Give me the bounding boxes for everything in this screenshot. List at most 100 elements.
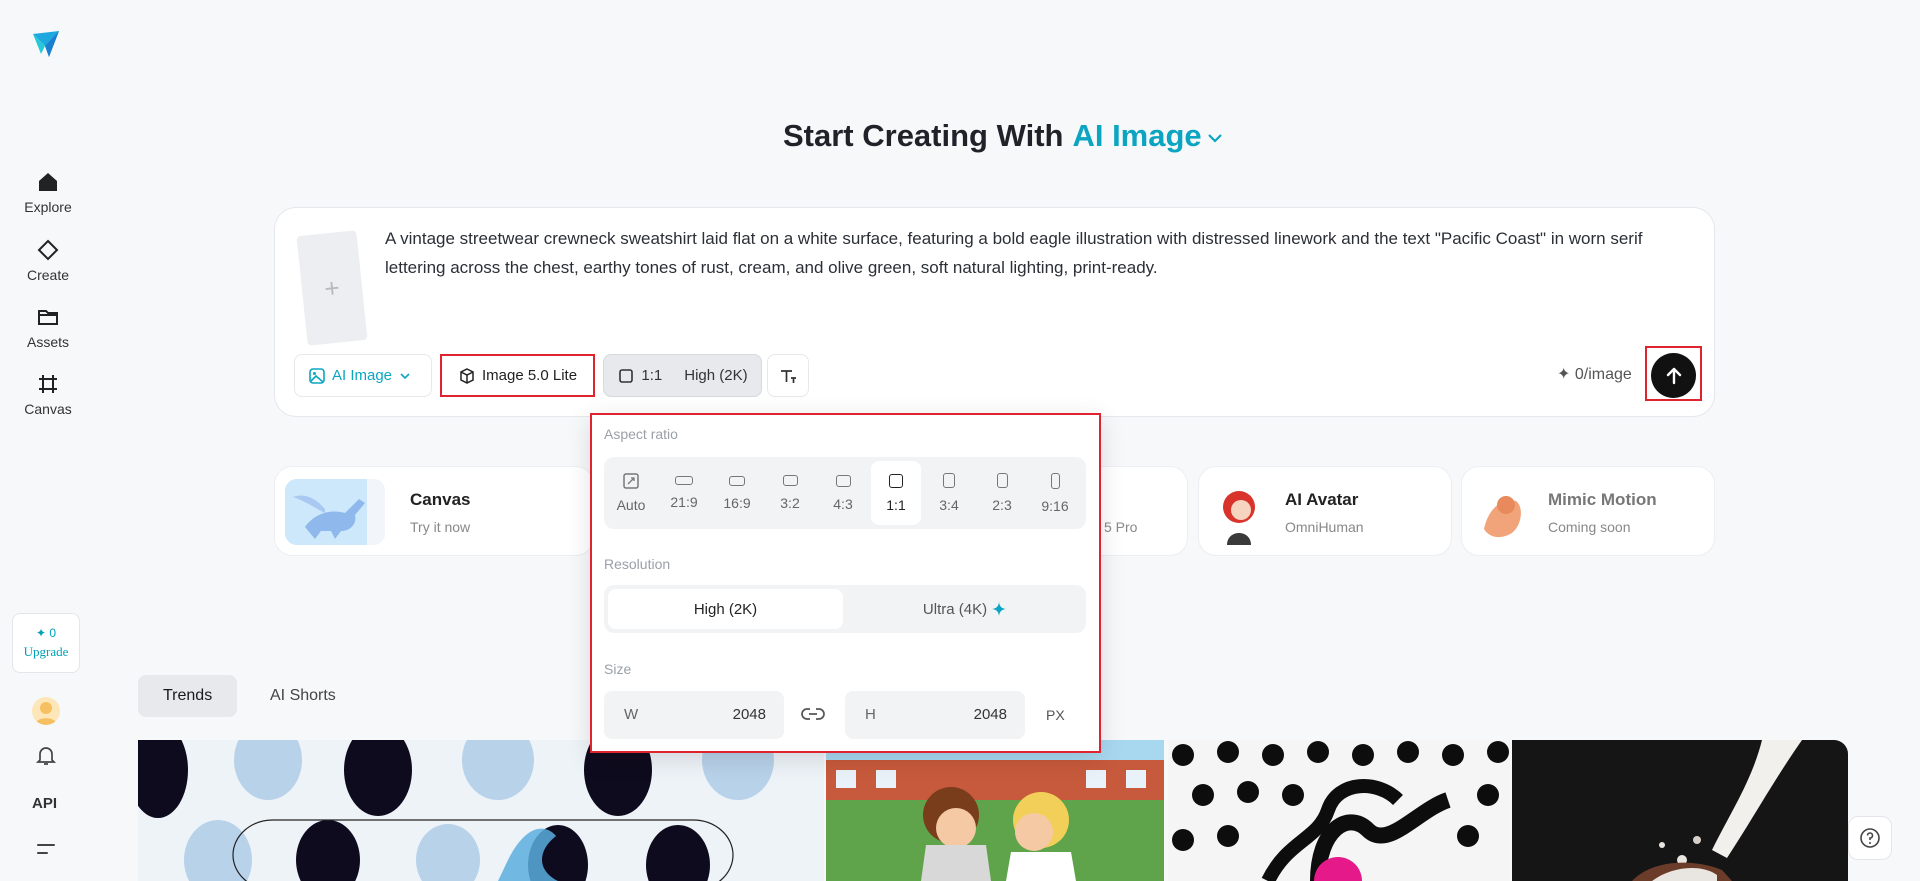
sidebar-item-label: Assets [26,334,69,350]
feature-subtitle: OmniHuman [1285,519,1364,535]
feature-card-mimic-motion[interactable]: Mimic Motion Coming soon [1461,466,1715,556]
ratio-option-9-16[interactable]: 9:16 [1030,461,1080,525]
ratio-label: 1:1 [641,367,663,384]
upgrade-button[interactable]: ✦ 0 Upgrade [12,613,80,673]
feature-title: AI Avatar [1285,490,1359,509]
ratio-shape-icon [675,476,693,485]
text-format-icon [781,369,796,383]
chevron-down-icon[interactable] [1206,131,1224,145]
folder-icon [38,310,58,325]
link-aspect-icon[interactable] [801,706,825,722]
logo-icon[interactable] [30,28,62,60]
sidebar-item-label: Canvas [24,401,72,417]
sidebar-item-assets[interactable]: Assets [8,305,88,361]
api-link[interactable]: API [32,795,57,812]
gallery-item[interactable] [1512,740,1848,881]
ratio-label: 3:4 [939,497,959,513]
ratio-settings-popover: Aspect ratio Auto 21:9 16:9 3:2 4:3 1:1 … [590,413,1101,753]
gallery-item[interactable] [1168,740,1510,881]
resolution-high-2k[interactable]: High (2K) [608,589,843,629]
milk-splash-image [1512,740,1848,881]
ratio-option-4-3[interactable]: 4:3 [818,461,868,525]
help-button[interactable] [1848,816,1892,860]
model-select-button[interactable]: Image 5.0 Lite [440,354,595,397]
text-style-button[interactable] [767,354,809,397]
ratio-label: 3:2 [780,495,800,511]
prompt-input[interactable]: A vintage streetwear crewneck sweatshirt… [385,224,1695,282]
unit-label: PX [1046,707,1065,723]
avatar[interactable] [32,697,60,725]
red-hair-avatar-image [1209,479,1269,545]
send-button[interactable] [1651,353,1696,398]
feature-subtitle: Try it now [410,519,471,535]
auto-ratio-icon [623,473,639,489]
mimic-thumbnail [1472,479,1532,545]
width-value: 2048 [732,706,766,723]
sidebar: Explore Create Assets Canvas ✦ 0 Upgrade… [0,0,96,881]
title-prefix: Start Creating With [783,118,1064,153]
sidebar-item-label: Explore [24,199,72,215]
bell-icon[interactable] [35,744,57,766]
resolution-ultra-4k[interactable]: Ultra (4K) [847,589,1082,629]
tab-ai-shorts[interactable]: AI Shorts [245,675,361,717]
feature-title: Canvas [410,490,471,509]
square-ratio-icon [619,368,634,383]
menu-icon[interactable] [35,841,57,859]
glass-bubbles-image [138,740,824,881]
model-label: Image 5.0 Lite [481,367,578,384]
motion-figure-image [1472,479,1532,545]
gallery-item[interactable] [826,740,1164,881]
resolution-label: Ultra (4K) [922,600,988,618]
resolution-options: High (2K) Ultra (4K) [604,585,1086,633]
mode-switcher[interactable]: AI Image [1072,118,1201,154]
sparkle-icon [992,602,1007,616]
ratio-option-16-9[interactable]: 16:9 [712,461,762,525]
ratio-quality-button[interactable]: 1:1 High (2K) [603,354,762,397]
avatar-thumbnail [1209,479,1269,545]
diamond-icon [37,239,59,261]
ratio-option-2-3[interactable]: 2:3 [977,461,1027,525]
ratio-label: 1:1 [886,496,906,513]
upgrade-label: Upgrade [23,644,69,659]
aspect-ratio-options: Auto 21:9 16:9 3:2 4:3 1:1 3:4 2:3 9:16 [604,457,1086,529]
width-input[interactable]: W 2048 [604,691,784,739]
feature-card-canvas[interactable]: Canvas Try it now [274,466,594,556]
user-avatar-icon [35,702,57,725]
credits-count: ✦ 0 [35,626,57,640]
sidebar-item-create[interactable]: Create [8,238,88,294]
ratio-option-auto[interactable]: Auto [606,461,656,525]
add-reference-button[interactable]: + [296,230,368,346]
polka-dot-pattern-image [1168,740,1510,881]
gallery-item[interactable] [138,740,824,881]
canvas-thumbnail [285,479,385,545]
ratio-option-3-2[interactable]: 3:2 [765,461,815,525]
tab-trends[interactable]: Trends [138,675,238,717]
height-input[interactable]: H 2048 [845,691,1025,739]
ratio-option-1-1[interactable]: 1:1 [871,461,921,525]
image-icon [309,367,325,384]
mode-label: AI Image [331,367,393,384]
ratio-label: 21:9 [670,494,698,510]
sidebar-item-canvas[interactable]: Canvas [8,372,88,428]
cost-per-image: ✦ 0/image [1557,366,1632,383]
sidebar-item-explore[interactable]: Explore [8,170,88,226]
height-key: H [865,706,876,723]
chevron-down-icon [400,372,410,379]
feature-card-ai-avatar[interactable]: AI Avatar OmniHuman [1198,466,1452,556]
feature-subtitle: 5 Pro [1104,519,1138,535]
ratio-option-21-9[interactable]: 21:9 [659,461,709,525]
cube-icon [460,367,474,384]
ratio-shape-icon [943,473,955,488]
mode-dropdown[interactable]: AI Image [294,354,432,397]
ratio-label: 2:3 [992,497,1012,513]
size-label: Size [604,661,632,677]
feature-title: Mimic Motion [1548,490,1657,509]
ratio-shape-icon [835,474,851,487]
quality-label: High (2K) [684,367,748,384]
ratio-shape-icon [782,475,798,486]
ratio-shape-icon [996,473,1008,488]
ratio-option-3-4[interactable]: 3:4 [924,461,974,525]
ratio-label: 4:3 [833,495,853,512]
feature-subtitle: Coming soon [1548,519,1631,535]
ratio-shape-icon [729,475,745,486]
